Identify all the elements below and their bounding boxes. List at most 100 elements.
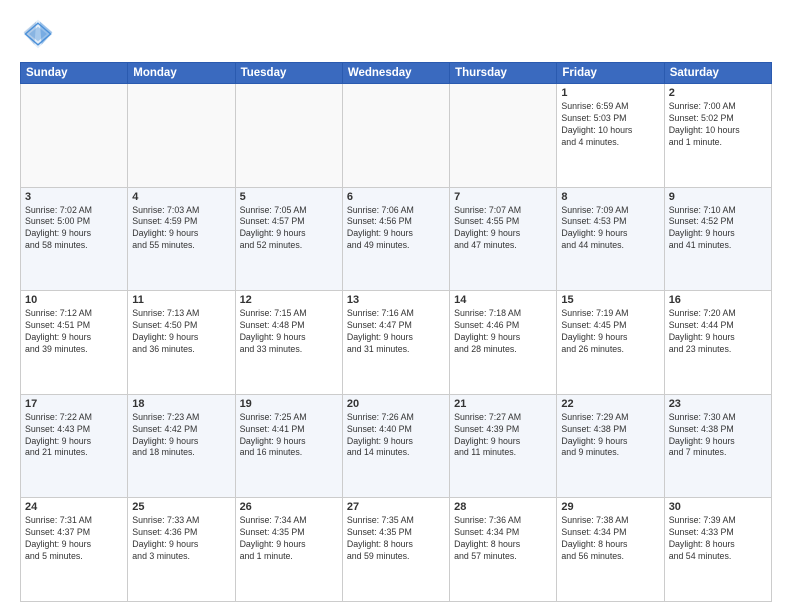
- weekday-header-row: SundayMondayTuesdayWednesdayThursdayFrid…: [21, 63, 772, 84]
- calendar-cell: 18 Sunrise: 7:23 AM Sunset: 4:42 PM Dayli…: [128, 394, 235, 498]
- day-number: 28: [454, 501, 552, 513]
- calendar-cell: 10 Sunrise: 7:12 AM Sunset: 4:51 PM Dayli…: [21, 291, 128, 395]
- calendar-cell: 11 Sunrise: 7:13 AM Sunset: 4:50 PM Dayli…: [128, 291, 235, 395]
- day-number: 2: [669, 87, 767, 99]
- calendar: SundayMondayTuesdayWednesdayThursdayFrid…: [20, 62, 772, 602]
- day-info: Sunrise: 7:23 AM Sunset: 4:42 PM Dayligh…: [132, 412, 230, 460]
- day-info: Sunrise: 7:30 AM Sunset: 4:38 PM Dayligh…: [669, 412, 767, 460]
- week-row-1: 1 Sunrise: 6:59 AM Sunset: 5:03 PM Daylig…: [21, 84, 772, 188]
- calendar-cell: 9 Sunrise: 7:10 AM Sunset: 4:52 PM Daylig…: [664, 187, 771, 291]
- week-row-5: 24 Sunrise: 7:31 AM Sunset: 4:37 PM Dayli…: [21, 498, 772, 602]
- day-number: 16: [669, 294, 767, 306]
- day-number: 3: [25, 191, 123, 203]
- calendar-cell: [450, 84, 557, 188]
- weekday-header-wednesday: Wednesday: [342, 63, 449, 84]
- day-number: 30: [669, 501, 767, 513]
- day-info: Sunrise: 7:36 AM Sunset: 4:34 PM Dayligh…: [454, 515, 552, 563]
- day-info: Sunrise: 7:00 AM Sunset: 5:02 PM Dayligh…: [669, 101, 767, 149]
- weekday-header-saturday: Saturday: [664, 63, 771, 84]
- day-number: 13: [347, 294, 445, 306]
- day-number: 11: [132, 294, 230, 306]
- header: [20, 16, 772, 52]
- weekday-header-thursday: Thursday: [450, 63, 557, 84]
- page: SundayMondayTuesdayWednesdayThursdayFrid…: [0, 0, 792, 612]
- day-number: 24: [25, 501, 123, 513]
- day-number: 15: [561, 294, 659, 306]
- day-number: 8: [561, 191, 659, 203]
- day-number: 6: [347, 191, 445, 203]
- day-info: Sunrise: 7:10 AM Sunset: 4:52 PM Dayligh…: [669, 205, 767, 253]
- day-info: Sunrise: 7:12 AM Sunset: 4:51 PM Dayligh…: [25, 308, 123, 356]
- calendar-cell: 16 Sunrise: 7:20 AM Sunset: 4:44 PM Dayli…: [664, 291, 771, 395]
- day-info: Sunrise: 7:33 AM Sunset: 4:36 PM Dayligh…: [132, 515, 230, 563]
- calendar-cell: 15 Sunrise: 7:19 AM Sunset: 4:45 PM Dayli…: [557, 291, 664, 395]
- day-info: Sunrise: 7:20 AM Sunset: 4:44 PM Dayligh…: [669, 308, 767, 356]
- weekday-header-sunday: Sunday: [21, 63, 128, 84]
- calendar-cell: 19Sunrise: 7:25 AM Sunset: 4:41 PM Dayli…: [235, 394, 342, 498]
- day-info: Sunrise: 7:31 AM Sunset: 4:37 PM Dayligh…: [25, 515, 123, 563]
- day-info: Sunrise: 7:16 AM Sunset: 4:47 PM Dayligh…: [347, 308, 445, 356]
- day-info: Sunrise: 7:19 AM Sunset: 4:45 PM Dayligh…: [561, 308, 659, 356]
- day-number: 17: [25, 398, 123, 410]
- week-row-2: 3 Sunrise: 7:02 AM Sunset: 5:00 PM Daylig…: [21, 187, 772, 291]
- calendar-cell: 28 Sunrise: 7:36 AM Sunset: 4:34 PM Dayli…: [450, 498, 557, 602]
- week-row-4: 17 Sunrise: 7:22 AM Sunset: 4:43 PM Dayli…: [21, 394, 772, 498]
- weekday-header-tuesday: Tuesday: [235, 63, 342, 84]
- calendar-cell: 2 Sunrise: 7:00 AM Sunset: 5:02 PM Daylig…: [664, 84, 771, 188]
- day-info: Sunrise: 7:34 AM Sunset: 4:35 PM Dayligh…: [240, 515, 338, 563]
- day-number: 23: [669, 398, 767, 410]
- day-number: 9: [669, 191, 767, 203]
- day-info: Sunrise: 7:02 AM Sunset: 5:00 PM Dayligh…: [25, 205, 123, 253]
- day-number: 10: [25, 294, 123, 306]
- day-info: Sunrise: 7:09 AM Sunset: 4:53 PM Dayligh…: [561, 205, 659, 253]
- day-info: Sunrise: 7:38 AM Sunset: 4:34 PM Dayligh…: [561, 515, 659, 563]
- calendar-cell: [128, 84, 235, 188]
- day-number: 12: [240, 294, 338, 306]
- day-info: Sunrise: 7:13 AM Sunset: 4:50 PM Dayligh…: [132, 308, 230, 356]
- calendar-cell: 23 Sunrise: 7:30 AM Sunset: 4:38 PM Dayli…: [664, 394, 771, 498]
- calendar-cell: 3 Sunrise: 7:02 AM Sunset: 5:00 PM Daylig…: [21, 187, 128, 291]
- day-info: Sunrise: 6:59 AM Sunset: 5:03 PM Dayligh…: [561, 101, 659, 149]
- day-info: Sunrise: 7:22 AM Sunset: 4:43 PM Dayligh…: [25, 412, 123, 460]
- calendar-cell: 4Sunrise: 7:03 AM Sunset: 4:59 PM Daylig…: [128, 187, 235, 291]
- calendar-cell: 20 Sunrise: 7:26 AM Sunset: 4:40 PM Dayli…: [342, 394, 449, 498]
- calendar-cell: [342, 84, 449, 188]
- day-info: Sunrise: 7:15 AM Sunset: 4:48 PM Dayligh…: [240, 308, 338, 356]
- day-info: Sunrise: 7:25 AM Sunset: 4:41 PM Dayligh…: [240, 412, 338, 460]
- day-number: 18: [132, 398, 230, 410]
- calendar-cell: [21, 84, 128, 188]
- day-number: 22: [561, 398, 659, 410]
- calendar-cell: 5 Sunrise: 7:05 AM Sunset: 4:57 PM Daylig…: [235, 187, 342, 291]
- day-info: Sunrise: 7:26 AM Sunset: 4:40 PM Dayligh…: [347, 412, 445, 460]
- calendar-cell: 8 Sunrise: 7:09 AM Sunset: 4:53 PM Daylig…: [557, 187, 664, 291]
- day-info: Sunrise: 7:27 AM Sunset: 4:39 PM Dayligh…: [454, 412, 552, 460]
- day-number: 5: [240, 191, 338, 203]
- day-number: 25: [132, 501, 230, 513]
- day-info: Sunrise: 7:18 AM Sunset: 4:46 PM Dayligh…: [454, 308, 552, 356]
- calendar-cell: 17 Sunrise: 7:22 AM Sunset: 4:43 PM Dayli…: [21, 394, 128, 498]
- calendar-cell: 21Sunrise: 7:27 AM Sunset: 4:39 PM Dayli…: [450, 394, 557, 498]
- day-number: 1: [561, 87, 659, 99]
- calendar-cell: 25 Sunrise: 7:33 AM Sunset: 4:36 PM Dayli…: [128, 498, 235, 602]
- day-number: 14: [454, 294, 552, 306]
- calendar-cell: 24 Sunrise: 7:31 AM Sunset: 4:37 PM Dayli…: [21, 498, 128, 602]
- day-info: Sunrise: 7:05 AM Sunset: 4:57 PM Dayligh…: [240, 205, 338, 253]
- calendar-cell: 30Sunrise: 7:39 AM Sunset: 4:33 PM Dayli…: [664, 498, 771, 602]
- day-info: Sunrise: 7:07 AM Sunset: 4:55 PM Dayligh…: [454, 205, 552, 253]
- day-number: 7: [454, 191, 552, 203]
- weekday-header-friday: Friday: [557, 63, 664, 84]
- day-info: Sunrise: 7:03 AM Sunset: 4:59 PM Dayligh…: [132, 205, 230, 253]
- calendar-cell: [235, 84, 342, 188]
- calendar-cell: 29Sunrise: 7:38 AM Sunset: 4:34 PM Dayli…: [557, 498, 664, 602]
- calendar-cell: 14 Sunrise: 7:18 AM Sunset: 4:46 PM Dayli…: [450, 291, 557, 395]
- calendar-cell: 22Sunrise: 7:29 AM Sunset: 4:38 PM Dayli…: [557, 394, 664, 498]
- day-number: 20: [347, 398, 445, 410]
- weekday-header-monday: Monday: [128, 63, 235, 84]
- calendar-cell: 27 Sunrise: 7:35 AM Sunset: 4:35 PM Dayli…: [342, 498, 449, 602]
- day-number: 27: [347, 501, 445, 513]
- calendar-cell: 13 Sunrise: 7:16 AM Sunset: 4:47 PM Dayli…: [342, 291, 449, 395]
- calendar-cell: 7 Sunrise: 7:07 AM Sunset: 4:55 PM Daylig…: [450, 187, 557, 291]
- calendar-cell: 12 Sunrise: 7:15 AM Sunset: 4:48 PM Dayli…: [235, 291, 342, 395]
- calendar-cell: 26Sunrise: 7:34 AM Sunset: 4:35 PM Dayli…: [235, 498, 342, 602]
- day-info: Sunrise: 7:35 AM Sunset: 4:35 PM Dayligh…: [347, 515, 445, 563]
